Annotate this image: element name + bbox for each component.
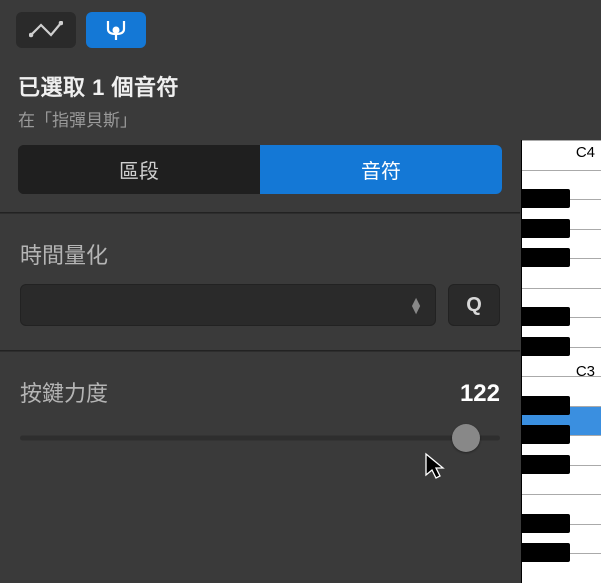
black-key[interactable]	[522, 543, 570, 562]
automation-line-icon	[29, 21, 63, 39]
quantize-select[interactable]: ▲▼	[20, 284, 436, 326]
key-label-c4: C4	[576, 144, 595, 161]
selection-title: 已選取 1 個音符	[18, 70, 502, 102]
chevron-updown-icon: ▲▼	[409, 297, 423, 313]
midi-plug-icon	[102, 19, 130, 41]
velocity-value: 122	[460, 380, 500, 408]
automation-tool-button[interactable]	[16, 12, 76, 48]
tab-region[interactable]: 區段	[18, 145, 260, 194]
key-label-c3: C3	[576, 363, 595, 380]
tab-note[interactable]: 音符	[260, 145, 502, 194]
quantize-button[interactable]: Q	[448, 284, 500, 326]
slider-track	[20, 436, 500, 441]
black-key[interactable]	[522, 425, 570, 444]
black-key[interactable]	[522, 337, 570, 356]
black-key[interactable]	[522, 189, 570, 208]
quantize-label: 時間量化	[20, 238, 500, 270]
midi-tool-button[interactable]	[86, 12, 146, 48]
slider-thumb[interactable]	[452, 424, 480, 452]
velocity-slider[interactable]	[20, 426, 500, 450]
black-key[interactable]	[522, 307, 570, 326]
black-key[interactable]	[522, 219, 570, 238]
segment-control: 區段 音符	[18, 145, 502, 194]
black-key[interactable]	[522, 248, 570, 267]
velocity-label: 按鍵力度	[20, 376, 108, 408]
black-key[interactable]	[522, 455, 570, 474]
black-key[interactable]	[522, 396, 570, 415]
piano-ruler[interactable]: C4 C3	[521, 140, 601, 583]
selection-subtitle: 在「指彈貝斯」	[18, 106, 502, 131]
black-key[interactable]	[522, 514, 570, 533]
